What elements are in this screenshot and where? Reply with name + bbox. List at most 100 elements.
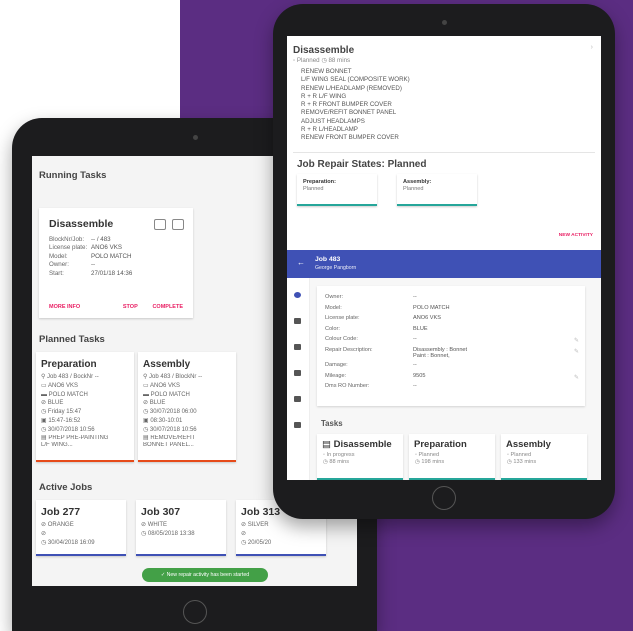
- edit-icon[interactable]: ✎: [574, 347, 579, 358]
- task-card-duration: ◷ 198 mins: [415, 459, 445, 466]
- planned-line: BONNET PANEL...: [143, 441, 194, 448]
- task-card-title: Preparation: [414, 439, 467, 450]
- people-icon[interactable]: [294, 422, 301, 428]
- job-date: ◷ 08/05/2018 13:38: [141, 530, 195, 537]
- right-screen: Disassemble › ◦ Planned ◷ 88 mins RENEW …: [287, 36, 601, 480]
- close-icon[interactable]: ›: [591, 44, 593, 51]
- task-card-duration: ◷ 88 mins: [323, 459, 350, 466]
- stop-button[interactable]: STOP: [123, 304, 138, 310]
- planned-line: ◷ 30/07/2018 10:56: [143, 426, 197, 433]
- task-item: R + R FRONT BUMPER COVER: [301, 101, 392, 109]
- planned-line: ◷ Friday 15:47: [41, 409, 82, 416]
- planned-line: ▣ 15:47-16:52: [41, 417, 81, 424]
- job-title: Job 307: [141, 506, 181, 518]
- vehicle-details-card: Owner: -- Model: POLO MATCH License plate:…: [317, 286, 585, 406]
- asm-value: Planned: [403, 186, 424, 192]
- running-task-card[interactable]: Disassemble BlockNr/Job: -- / 483 License…: [39, 208, 193, 318]
- status-bar: [397, 203, 477, 206]
- camera-icon: [192, 135, 198, 140]
- detail-row: Repair Description: Disassembly : Bonnet …: [325, 346, 579, 360]
- active-job-card[interactable]: Job 277 ⊘ ORANGE ⊘ ◷ 30/04/2018 16:09: [36, 500, 126, 556]
- detail-row: Dms RO Number: --: [325, 383, 417, 390]
- planned-line: ⚲ Job 483 / BlockNr --: [143, 374, 203, 380]
- comment-icon[interactable]: [172, 219, 184, 230]
- task-item: R + R L/HEADLAMP: [301, 126, 358, 134]
- more-info-button[interactable]: MORE INFO: [49, 304, 80, 310]
- task-item: ADJUST HEADLAMPS: [301, 117, 365, 125]
- job-color: ⊘ SILVER: [241, 522, 269, 528]
- status-bar: [36, 459, 134, 462]
- planned-task-card-assembly[interactable]: Assembly ⚲ Job 483 / BlockNr -- ▭ ANO6 V…: [138, 352, 236, 462]
- planned-line: ▬ POLO MATCH: [41, 391, 88, 398]
- job-extra: ⊘: [41, 530, 47, 537]
- task-card-disassemble[interactable]: ▤ Disassemble ◦ In progress ◷ 88 mins: [317, 434, 403, 480]
- job-title: Job 277: [41, 506, 81, 518]
- message-icon[interactable]: [294, 370, 301, 376]
- task-item: RENEW L/HEADLAMP (REMOVED): [301, 84, 402, 92]
- prep-value: Planned: [303, 186, 324, 192]
- status-bar: [409, 477, 495, 480]
- planned-line: ▭ ANO6 VKS: [143, 382, 181, 389]
- detail-row: Colour Code: -- ✎: [317, 334, 585, 345]
- planned-line: ▬ POLO MATCH: [143, 391, 190, 398]
- detail-title: Disassemble: [293, 45, 355, 56]
- status-bar: [236, 553, 326, 556]
- job-nav-bar: ← Job 483 George Pangborn: [287, 250, 601, 278]
- active-job-card[interactable]: Job 307 ⊘ WHITE ◷ 08/05/2018 13:38: [136, 500, 226, 556]
- status-bar: [36, 553, 126, 556]
- prep-label: Preparation:: [303, 179, 336, 185]
- repair-status-title: Job Repair States: Planned: [297, 159, 427, 170]
- status-bar: [138, 459, 236, 462]
- home-icon[interactable]: [294, 292, 301, 298]
- planned-line: ▤ REMOVE/REFIT: [143, 434, 196, 441]
- task-card-status: ◦ Planned: [415, 452, 440, 458]
- camera-icon[interactable]: [154, 219, 166, 230]
- planned-line: ◷ 30/07/2018 06:00: [143, 409, 197, 416]
- running-tasks-title: Running Tasks: [39, 170, 107, 181]
- job-color: ⊘ WHITE: [141, 522, 168, 528]
- field-row: Start: 27/01/18 14:36: [49, 269, 133, 277]
- task-card-assembly[interactable]: Assembly ◦ Planned ◷ 133 mins: [501, 434, 587, 480]
- task-card-duration: ◷ 133 mins: [507, 459, 537, 466]
- detail-row: Model: POLO MATCH: [325, 304, 450, 311]
- home-button[interactable]: [182, 600, 207, 624]
- planned-task-card-preparation[interactable]: Preparation ⚲ Job 483 / BockNr -- ▭ ANO6…: [36, 352, 134, 462]
- document-icon[interactable]: [294, 344, 301, 350]
- status-bar: [317, 477, 403, 480]
- prep-status-card: Preparation: Planned: [297, 174, 377, 206]
- back-arrow-icon[interactable]: ←: [297, 258, 305, 267]
- status-bar: [501, 477, 587, 480]
- field-row: Model: POLO MATCH: [49, 252, 132, 260]
- home-button[interactable]: [432, 486, 456, 510]
- calendar-icon[interactable]: [294, 318, 301, 324]
- detail-row: Damage: --: [325, 361, 417, 368]
- running-task-title: Disassemble: [49, 218, 114, 230]
- field-row: License plate: ANO6 VKS: [49, 244, 122, 252]
- planned-line: L/F WING...: [41, 441, 73, 448]
- planned-line: ⚲ Job 483 / BockNr --: [41, 374, 99, 380]
- job-extra: ⊘: [241, 530, 247, 537]
- cart-icon[interactable]: [294, 396, 301, 402]
- task-item: REMOVE/REFIT BONNET PANEL: [301, 109, 397, 117]
- job-date: ◷ 20/05/20: [241, 539, 272, 546]
- task-item: R + R L/F WING: [301, 92, 347, 100]
- status-bar: [297, 203, 377, 206]
- right-tablet: Disassemble › ◦ Planned ◷ 88 mins RENEW …: [273, 4, 615, 519]
- detail-row: Color: BLUE: [325, 325, 428, 332]
- detail-status: ◦ Planned ◷ 88 mins: [293, 57, 351, 64]
- job-color: ⊘ ORANGE: [41, 522, 74, 528]
- task-card-preparation[interactable]: Preparation ◦ Planned ◷ 198 mins: [409, 434, 495, 480]
- planned-card-title: Preparation: [41, 359, 97, 370]
- nav-person: George Pangborn: [315, 265, 357, 271]
- planned-line: ▣ 08:30-10:01: [143, 417, 183, 424]
- task-item: L/F WING SEAL (COMPOSITE WORK): [301, 76, 410, 84]
- task-detail-panel: Disassemble › ◦ Planned ◷ 88 mins RENEW …: [287, 36, 601, 250]
- complete-button[interactable]: COMPLETE: [152, 304, 183, 310]
- task-card-status: ◦ Planned: [507, 452, 532, 458]
- task-card-status: ◦ In progress: [323, 452, 355, 458]
- success-toast: ✓ New repair activity has been started: [142, 568, 268, 582]
- job-date: ◷ 30/04/2018 16:09: [41, 539, 95, 546]
- new-activity-button[interactable]: NEW ACTIVITY: [559, 233, 593, 238]
- detail-row: Mileage: 9505 ✎: [317, 371, 585, 382]
- field-row: Owner: --: [49, 261, 96, 269]
